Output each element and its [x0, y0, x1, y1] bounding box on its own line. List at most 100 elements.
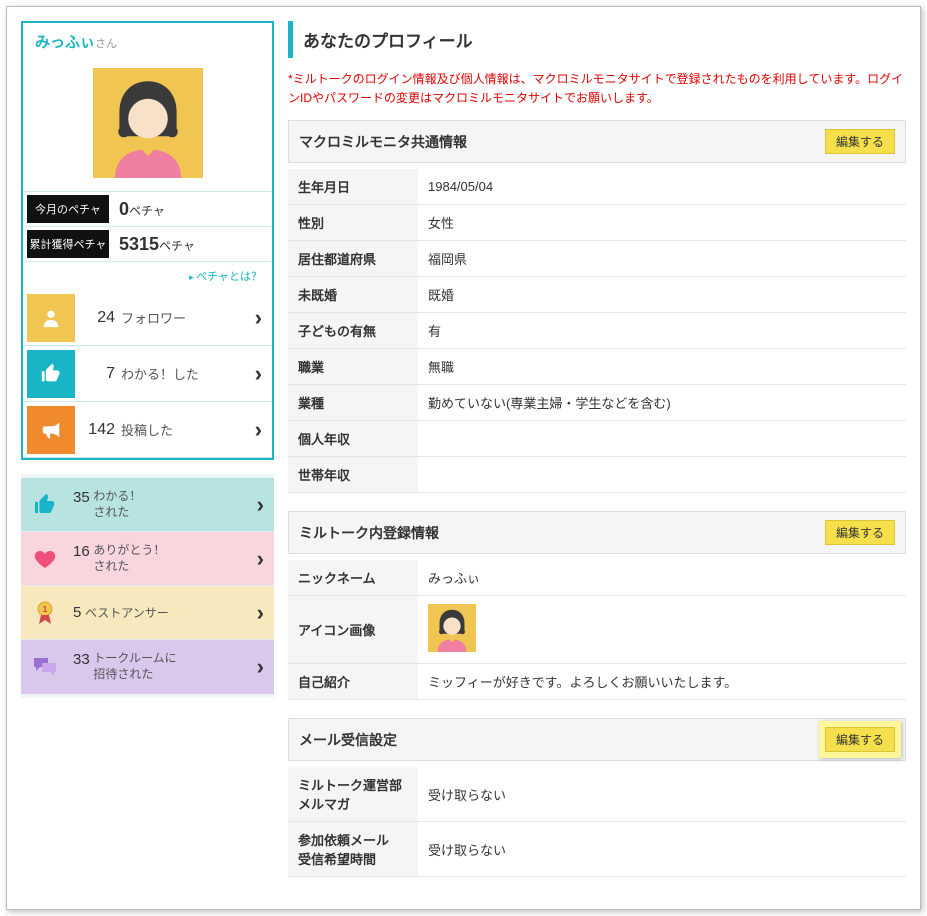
table-row: ニックネームみっふぃ — [288, 560, 906, 596]
act-label: トークルームに 招待された — [93, 651, 176, 682]
chevron-right-icon: › — [247, 654, 274, 680]
activity-wakaru-sareta[interactable]: 35 わかる！ された › — [21, 478, 274, 532]
stat-count: 142 — [79, 421, 115, 439]
stat-label: 投稿した — [115, 420, 245, 439]
pecha-total-label: 累計獲得ペチャ — [27, 230, 109, 258]
activity-arigatou-sareta[interactable]: 16 ありがとう！ された › — [21, 532, 274, 586]
activity-talkroom-invited[interactable]: 33 トークルームに 招待された › — [21, 640, 274, 694]
row-label: 世帯年収 — [288, 457, 418, 493]
section-title: メール受信設定 — [299, 730, 397, 750]
pecha-this-month-label: 今月のペチャ — [27, 195, 109, 223]
row-value — [418, 421, 906, 457]
row-label: 子どもの有無 — [288, 313, 418, 349]
chevron-right-icon: › — [247, 600, 274, 626]
sidebar-top-box: みっふぃさん 今月のペチャ 0ペチャ 累計獲得ペチャ 5315ペチャ ペチャとは… — [21, 21, 274, 460]
avatar-icon — [428, 604, 476, 652]
row-value: 勤めていない(専業主婦・学生などを含む) — [418, 385, 906, 421]
stat-followers[interactable]: 24 フォロワー › — [23, 290, 272, 346]
sidebar-avatar-wrap — [23, 62, 272, 191]
sidebar-username-row: みっふぃさん — [23, 23, 272, 62]
sidebar-username: みっふぃ — [35, 34, 95, 51]
section-title: ミルトーク内登録情報 — [299, 523, 439, 543]
row-label: アイコン画像 — [288, 596, 418, 664]
chevron-right-icon: › — [247, 546, 274, 572]
row-label: 自己紹介 — [288, 664, 418, 700]
row-label: ニックネーム — [288, 560, 418, 596]
followers-icon — [27, 294, 75, 342]
row-label: 性別 — [288, 205, 418, 241]
pecha-total-row: 累計獲得ペチャ 5315ペチャ — [23, 227, 272, 262]
row-value: 受け取らない — [418, 767, 906, 822]
row-label: 業種 — [288, 385, 418, 421]
row-label: 居住都道府県 — [288, 241, 418, 277]
row-value — [418, 596, 906, 664]
common-info-table: 生年月日1984/05/04性別女性居住都道府県福岡県未既婚既婚子どもの有無有職… — [288, 169, 906, 493]
table-row: ミルトーク運営部 メルマガ受け取らない — [288, 767, 906, 822]
chevron-right-icon: › — [245, 417, 272, 443]
stat-wakaru-shita[interactable]: 7 わかる！した › — [23, 346, 272, 402]
section-title: マクロミルモニタ共通情報 — [299, 132, 467, 152]
row-value: 既婚 — [418, 277, 906, 313]
pecha-section: 今月のペチャ 0ペチャ 累計獲得ペチャ 5315ペチャ ペチャとは？ — [23, 191, 272, 290]
row-value: 女性 — [418, 205, 906, 241]
table-row: 未既婚既婚 — [288, 277, 906, 313]
thumb-icon — [27, 350, 75, 398]
stat-count: 24 — [79, 309, 115, 327]
section-head-common: マクロミルモニタ共通情報 編集する — [288, 120, 906, 163]
chat-icon — [21, 655, 69, 679]
pecha-what-link[interactable]: ペチャとは？ — [189, 271, 262, 283]
medal-icon: 1 — [21, 600, 69, 626]
table-row: 居住都道府県福岡県 — [288, 241, 906, 277]
main-content: あなたのプロフィール *ミルトークのログイン情報及び個人情報は、マクロミルモニタ… — [288, 21, 906, 895]
edit-button-miltalk[interactable]: 編集する — [825, 520, 895, 545]
row-value: ミッフィーが好きです。よろしくお願いいたします。 — [418, 664, 906, 700]
act-count: 5 — [73, 604, 81, 621]
stat-label: フォロワー — [115, 308, 245, 327]
act-label: ベストアンサー — [85, 606, 169, 620]
sidebar-bottom-box: 35 わかる！ された › 16 ありがとう！ された › 1 — [21, 474, 274, 698]
row-value: 有 — [418, 313, 906, 349]
act-count: 16 — [73, 543, 90, 560]
svg-text:1: 1 — [43, 605, 48, 614]
section-head-miltalk: ミルトーク内登録情報 編集する — [288, 511, 906, 554]
act-label: わかる！ された — [93, 489, 141, 520]
activity-best-answer[interactable]: 1 5 ベストアンサー › — [21, 586, 274, 640]
stat-posted[interactable]: 142 投稿した › — [23, 402, 272, 458]
table-row: 参加依頼メール 受信希望時間受け取らない — [288, 822, 906, 877]
sidebar-username-suffix: さん — [95, 38, 117, 50]
page-title: あなたのプロフィール — [288, 21, 906, 58]
edit-button-mail[interactable]: 編集する — [825, 727, 895, 752]
row-value — [418, 457, 906, 493]
act-count: 35 — [73, 489, 90, 506]
miltalk-info-table: ニックネームみっふぃアイコン画像自己紹介ミッフィーが好きです。よろしくお願いいた… — [288, 560, 906, 700]
notice-text: *ミルトークのログイン情報及び個人情報は、マクロミルモニタサイトで登録されたもの… — [288, 70, 906, 108]
row-label: 個人年収 — [288, 421, 418, 457]
row-value: 受け取らない — [418, 822, 906, 877]
stat-list: 24 フォロワー › 7 わかる！した › 142 — [23, 290, 272, 458]
table-row: 自己紹介ミッフィーが好きです。よろしくお願いいたします。 — [288, 664, 906, 700]
chevron-right-icon: › — [245, 361, 272, 387]
mail-info-table: ミルトーク運営部 メルマガ受け取らない参加依頼メール 受信希望時間受け取らない — [288, 767, 906, 877]
pecha-this-month-row: 今月のペチャ 0ペチャ — [23, 192, 272, 227]
table-row: 性別女性 — [288, 205, 906, 241]
row-label: 職業 — [288, 349, 418, 385]
heart-icon — [21, 547, 69, 571]
row-value: 無職 — [418, 349, 906, 385]
table-row: 生年月日1984/05/04 — [288, 169, 906, 205]
row-label: 未既婚 — [288, 277, 418, 313]
row-value: みっふぃ — [418, 560, 906, 596]
row-value: 福岡県 — [418, 241, 906, 277]
row-label: 生年月日 — [288, 169, 418, 205]
edit-button-common[interactable]: 編集する — [825, 129, 895, 154]
table-row: 世帯年収 — [288, 457, 906, 493]
row-value: 1984/05/04 — [418, 169, 906, 205]
act-count: 33 — [73, 651, 90, 668]
row-label: 参加依頼メール 受信希望時間 — [288, 822, 418, 877]
table-row: 職業無職 — [288, 349, 906, 385]
section-head-mail: メール受信設定 編集する — [288, 718, 906, 761]
pecha-what-link-row: ペチャとは？ — [23, 262, 272, 290]
megaphone-icon — [27, 406, 75, 454]
stat-count: 7 — [79, 365, 115, 383]
thumb-icon — [21, 493, 69, 517]
table-row: アイコン画像 — [288, 596, 906, 664]
